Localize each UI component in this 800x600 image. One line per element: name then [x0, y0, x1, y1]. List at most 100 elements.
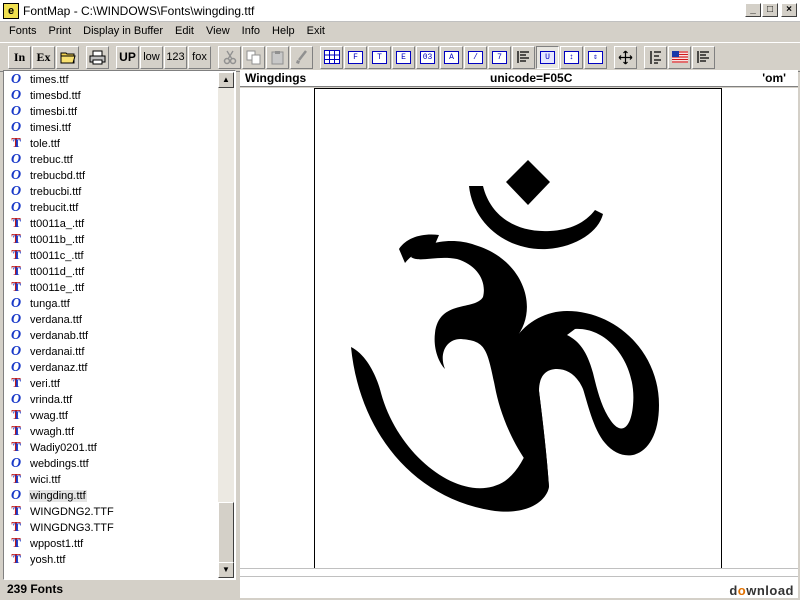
- list-item[interactable]: T WINGDNG2.TTF: [5, 504, 221, 520]
- list-item[interactable]: Otimesbi.ttf: [5, 104, 221, 120]
- list-item[interactable]: Otrebuc.ttf: [5, 152, 221, 168]
- clear-button[interactable]: [290, 45, 313, 69]
- glyph-view-button-3[interactable]: E: [392, 45, 415, 69]
- list-item[interactable]: Otunga.ttf: [5, 296, 221, 312]
- font-file-name: tt0011c_.ttf: [30, 250, 84, 262]
- close-button[interactable]: ×: [781, 3, 797, 17]
- list-item[interactable]: Ttt0011e_.ttf: [5, 280, 221, 296]
- menu-info[interactable]: Info: [236, 23, 266, 40]
- single-glyph-view-button[interactable]: U: [536, 45, 559, 69]
- font-file-name: timesbd.ttf: [30, 90, 81, 102]
- scroll-thumb[interactable]: [218, 502, 234, 564]
- glyph-view-button-7[interactable]: 7: [488, 45, 511, 69]
- menu-view[interactable]: View: [200, 23, 236, 40]
- list-item[interactable]: Ttt0011d_.ttf: [5, 264, 221, 280]
- install-font-button[interactable]: In: [8, 45, 31, 69]
- print-button[interactable]: [86, 45, 109, 69]
- app-icon[interactable]: e: [3, 2, 19, 19]
- list-item[interactable]: Ttt0011b_.ttf: [5, 232, 221, 248]
- truetype-font-icon: T: [9, 136, 23, 151]
- glyph-view-button-1[interactable]: F: [344, 45, 367, 69]
- watermark-prefix: d: [729, 583, 738, 598]
- list-item[interactable]: Ovrinda.ttf: [5, 392, 221, 408]
- scroll-up-arrow-icon[interactable]: ▲: [218, 72, 234, 88]
- list-item[interactable]: Otimes.ttf: [5, 72, 221, 88]
- glyph-bottom-strip: [240, 568, 798, 598]
- uppercase-label: UP: [119, 50, 136, 64]
- opentype-font-icon: O: [10, 184, 22, 199]
- title-bar[interactable]: e FontMap - C:\WINDOWS\Fonts\wingding.tt…: [0, 0, 800, 22]
- numbers-button[interactable]: 123: [164, 45, 187, 69]
- list-item[interactable]: Otrebucit.ttf: [5, 200, 221, 216]
- menu-display-in-buffer[interactable]: Display in Buffer: [77, 23, 169, 40]
- glyph-view-button-6[interactable]: /: [464, 45, 487, 69]
- info-list-button[interactable]: [692, 45, 715, 69]
- list-item[interactable]: Otimesi.ttf: [5, 120, 221, 136]
- menu-exit[interactable]: Exit: [301, 23, 331, 40]
- truetype-font-icon: T: [9, 232, 23, 247]
- glyph-view-button-2[interactable]: T: [368, 45, 391, 69]
- watermark-o: o: [737, 583, 747, 598]
- font-file-name: verdanab.ttf: [30, 330, 89, 342]
- opentype-font-icon: O: [10, 168, 22, 183]
- menu-help[interactable]: Help: [266, 23, 301, 40]
- glyph-cell-icon: E: [396, 50, 411, 64]
- font-file-name: vwagh.ttf: [30, 426, 75, 438]
- maximize-button[interactable]: □: [762, 3, 778, 17]
- list-item[interactable]: Owingding.ttf: [5, 488, 221, 504]
- list-item[interactable]: Ttole.ttf: [5, 136, 221, 152]
- list-item[interactable]: Ttt0011a_.ttf: [5, 216, 221, 232]
- font-file-name: wppost1.ttf: [30, 538, 84, 550]
- truetype-font-icon: T: [9, 536, 23, 551]
- cut-button[interactable]: [218, 45, 241, 69]
- truetype-font-icon: T: [9, 376, 23, 391]
- sample-text-button[interactable]: fox: [188, 45, 211, 69]
- list-item[interactable]: T Wadiy0201.ttf: [5, 440, 221, 456]
- menu-fonts[interactable]: Fonts: [3, 23, 43, 40]
- list-item[interactable]: Otimesbd.ttf: [5, 88, 221, 104]
- list-item[interactable]: Overdanai.ttf: [5, 344, 221, 360]
- list-item[interactable]: Otrebucbi.ttf: [5, 184, 221, 200]
- list-item[interactable]: Ttt0011c_.ttf: [5, 248, 221, 264]
- list-item[interactable]: Overdanab.ttf: [5, 328, 221, 344]
- zoom-vertical-button[interactable]: ↕: [560, 45, 583, 69]
- list-item[interactable]: Twppost1.ttf: [5, 536, 221, 552]
- open-folder-button[interactable]: [56, 45, 79, 69]
- font-list[interactable]: Otimes.ttf Otimesbd.ttf Otimesbi.ttf Otimes…: [5, 72, 221, 578]
- export-font-button[interactable]: Ex: [32, 45, 55, 69]
- language-button[interactable]: [668, 45, 691, 69]
- list-item[interactable]: Owebdings.ttf: [5, 456, 221, 472]
- sort-button[interactable]: [644, 45, 667, 69]
- font-file-name: tole.ttf: [30, 138, 60, 150]
- menu-edit[interactable]: Edit: [169, 23, 200, 40]
- list-item[interactable]: Tvwagh.ttf: [5, 424, 221, 440]
- align-left-button[interactable]: [512, 45, 535, 69]
- list-item[interactable]: Tveri.ttf: [5, 376, 221, 392]
- paste-button[interactable]: [266, 45, 289, 69]
- lowercase-button[interactable]: low: [140, 45, 163, 69]
- copy-button[interactable]: [242, 45, 265, 69]
- uppercase-button[interactable]: UP: [116, 45, 139, 69]
- opentype-font-icon: O: [10, 200, 22, 215]
- minimize-button[interactable]: _: [745, 3, 761, 17]
- scroll-down-arrow-icon[interactable]: ▼: [218, 562, 234, 578]
- list-item[interactable]: Tvwag.ttf: [5, 408, 221, 424]
- menu-print[interactable]: Print: [43, 23, 78, 40]
- list-item[interactable]: Overdanaz.ttf: [5, 360, 221, 376]
- glyph-view-button-4[interactable]: 03: [416, 45, 439, 69]
- download-watermark: download: [729, 583, 794, 598]
- opentype-font-icon: O: [10, 328, 22, 343]
- glyph-view-button-5[interactable]: A: [440, 45, 463, 69]
- list-item[interactable]: T WINGDNG3.TTF: [5, 520, 221, 536]
- list-item[interactable]: Twici.ttf: [5, 472, 221, 488]
- grid-view-button[interactable]: [320, 45, 343, 69]
- resize-button[interactable]: [614, 45, 637, 69]
- list-item[interactable]: Overdana.ttf: [5, 312, 221, 328]
- list-item[interactable]: Otrebucbd.ttf: [5, 168, 221, 184]
- font-list-scrollbar[interactable]: ▲ ▼: [218, 72, 234, 578]
- opentype-font-icon: O: [10, 120, 22, 135]
- list-item[interactable]: Tyosh.ttf: [5, 552, 221, 568]
- glyph-canvas: [314, 88, 722, 595]
- zoom-height-button[interactable]: ⇕: [584, 45, 607, 69]
- om-glyph-icon: [351, 160, 659, 512]
